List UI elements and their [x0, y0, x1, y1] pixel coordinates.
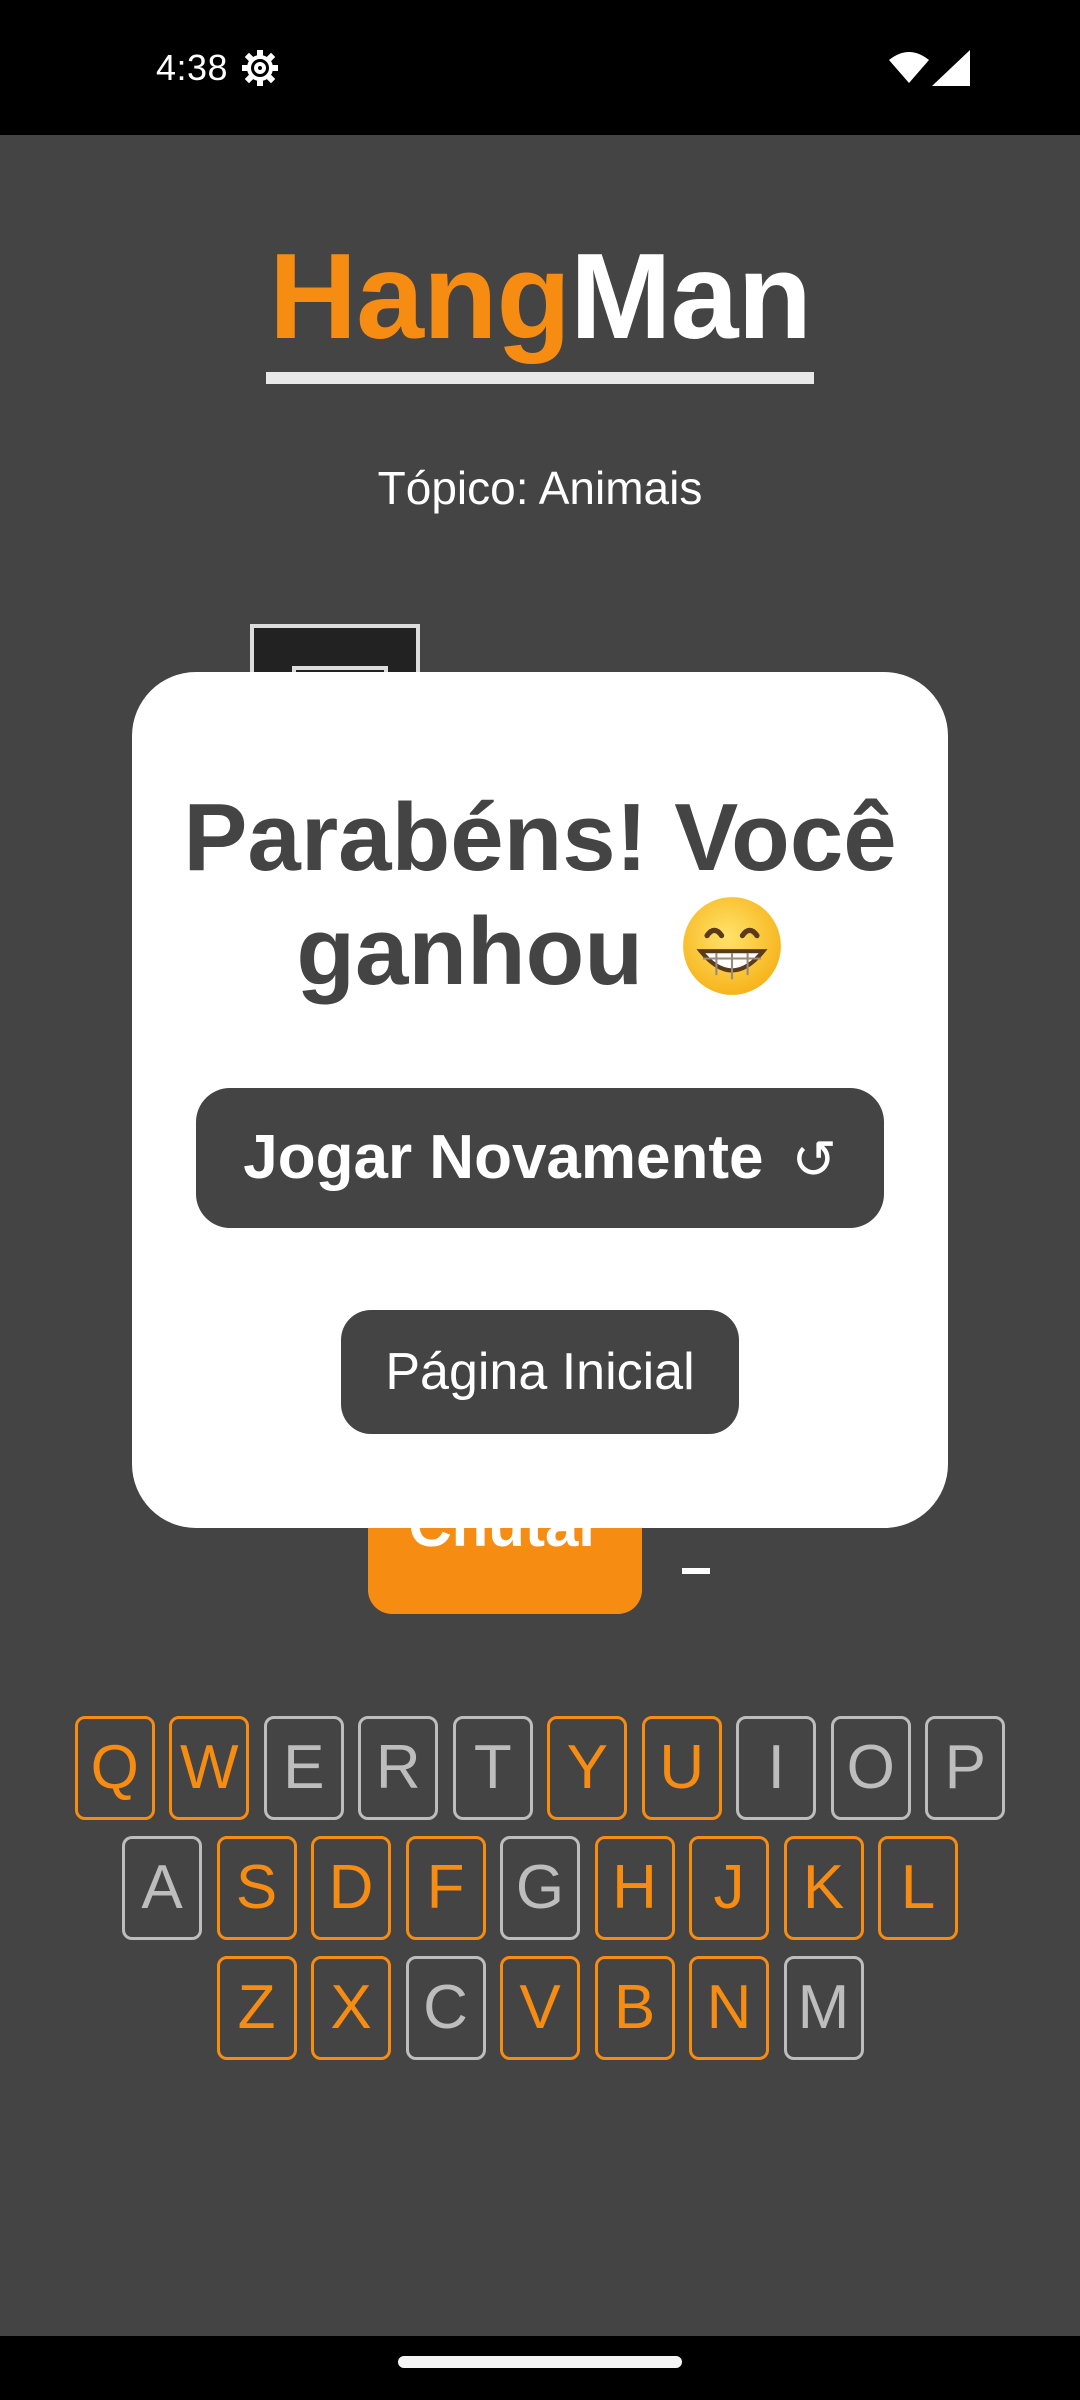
keyboard-row: QWERTYUIOP [0, 1716, 1080, 1822]
navigation-bar [0, 2336, 1080, 2400]
key-i[interactable]: I [736, 1716, 817, 1820]
word-letter-slot [682, 1568, 710, 1574]
status-bar: 4:38 [0, 0, 1080, 135]
key-g[interactable]: G [500, 1836, 580, 1940]
title-underline [266, 372, 814, 384]
settings-gear-icon [242, 50, 278, 86]
app-title-hang: Hang [269, 228, 571, 364]
key-c[interactable]: C [405, 1956, 486, 2060]
key-h[interactable]: H [594, 1836, 675, 1940]
key-z[interactable]: Z [216, 1956, 297, 2060]
key-w[interactable]: W [169, 1716, 250, 1820]
topic-label: Tópico: Animais [377, 462, 703, 514]
wifi-icon [889, 52, 929, 83]
play-again-button[interactable]: Jogar Novamente ↺ [196, 1088, 884, 1228]
key-f[interactable]: F [405, 1836, 486, 1940]
win-message: Parabéns! Você ganhou [172, 782, 908, 1008]
app-title-man: Man [570, 228, 812, 364]
key-l[interactable]: L [878, 1836, 958, 1940]
key-a[interactable]: A [122, 1836, 202, 1940]
key-y[interactable]: Y [547, 1716, 628, 1820]
key-b[interactable]: B [594, 1956, 675, 2060]
home-page-label: Página Inicial [385, 1343, 695, 1401]
key-r[interactable]: R [358, 1716, 439, 1820]
key-n[interactable]: N [689, 1956, 769, 2060]
key-m[interactable]: M [783, 1956, 864, 2060]
key-p[interactable]: P [925, 1716, 1006, 1820]
key-x[interactable]: X [311, 1956, 391, 2060]
key-o[interactable]: O [830, 1716, 911, 1820]
play-again-label: Jogar Novamente [243, 1123, 764, 1192]
key-u[interactable]: U [641, 1716, 722, 1820]
key-s[interactable]: S [216, 1836, 297, 1940]
key-d[interactable]: D [311, 1836, 391, 1940]
home-gesture-handle[interactable] [398, 2356, 682, 2368]
keyboard-row: ASDFGHJKL [0, 1836, 1080, 1942]
key-j[interactable]: J [689, 1836, 769, 1940]
key-k[interactable]: K [783, 1836, 864, 1940]
key-v[interactable]: V [500, 1956, 580, 2060]
app-title: HangMan [0, 226, 1080, 366]
win-dialog: Parabéns! Você ganhou Jogar Novamente ↺ P… [132, 672, 948, 1528]
key-q[interactable]: Q [74, 1716, 155, 1820]
key-e[interactable]: E [263, 1716, 344, 1820]
grinning-face-icon [682, 897, 781, 995]
keyboard-row: ZXCVBNM [0, 1956, 1080, 2062]
status-time: 4:38 [156, 47, 229, 88]
home-page-button[interactable]: Página Inicial [341, 1310, 739, 1434]
key-t[interactable]: T [452, 1716, 533, 1820]
refresh-icon: ↺ [791, 1130, 837, 1190]
win-message-text: Parabéns! Você ganhou [183, 784, 897, 1005]
cellular-signal-icon [932, 50, 970, 86]
